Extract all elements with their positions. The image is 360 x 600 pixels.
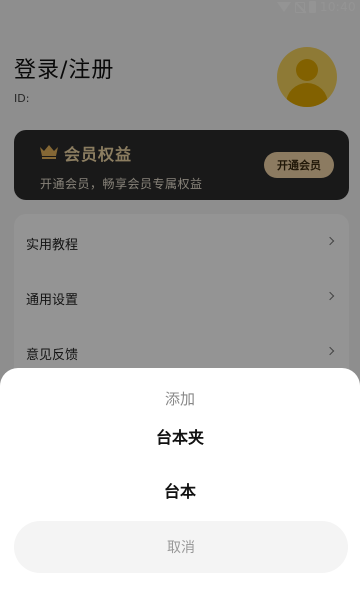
option-script-folder[interactable]: 台本夹 — [0, 416, 360, 456]
add-action-sheet: 添加 台本夹 台本 取消 — [0, 368, 360, 600]
sheet-title: 添加 — [164, 390, 195, 408]
cancel-button[interactable]: 取消 — [14, 521, 348, 573]
option-script[interactable]: 台本 — [0, 470, 360, 510]
